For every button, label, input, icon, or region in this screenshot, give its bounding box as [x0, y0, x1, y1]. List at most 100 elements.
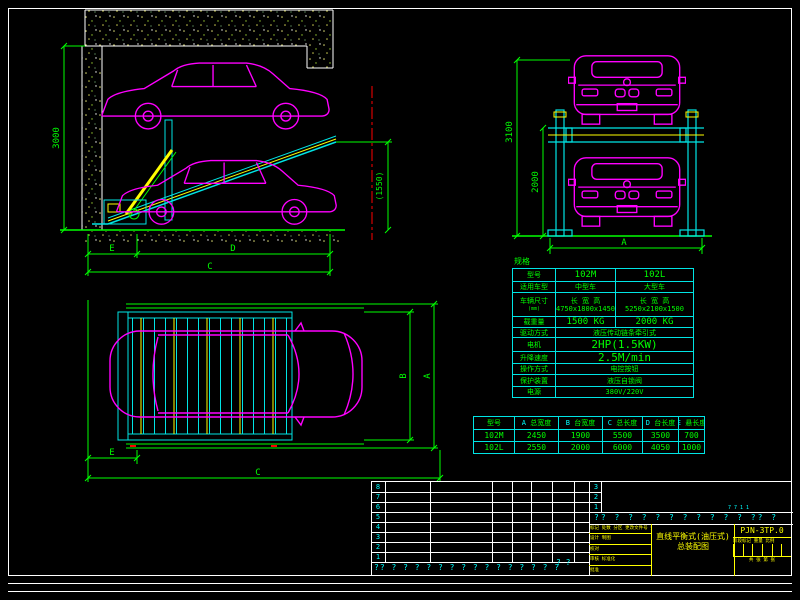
dim-cell: 2000 — [558, 441, 602, 453]
spec-label: 电机 — [513, 337, 555, 351]
bom-row-number: 8 — [372, 482, 384, 492]
spec-value: 长 宽 高 4750x1800x1450 — [555, 292, 615, 316]
bom-row-number: 7 — [372, 492, 384, 502]
sheet-count: 共 张 第 张 — [733, 557, 791, 566]
side-row-number: 1 — [590, 502, 602, 512]
stage-cell — [743, 544, 753, 556]
dim-cell: 102M — [474, 429, 514, 441]
stage-cell — [781, 544, 791, 556]
spec-value: 液压传动链条牵引式 — [555, 327, 693, 337]
spec-label: 载重量 — [513, 316, 555, 327]
dim-header-letter: B — [566, 419, 570, 427]
stage-cell — [733, 544, 743, 556]
dim-header: B 台宽度 — [558, 417, 602, 429]
dimension-table: 型号 A 总宽度 B 台宽度 C 总长度 D 台长度 E 悬长度 102M 24… — [473, 416, 705, 454]
title-block: 8 7 6 5 4 3 2 1 ?? ? ? ? ? ? ? ? ? ? ? ?… — [371, 481, 792, 576]
signature-table: 标记 处数 分区 更改文件号 签名 年月日 设计 制图 校对 审核 标准化 批准 — [589, 524, 651, 576]
dim-cell: 5500 — [602, 429, 642, 441]
spec-table-caption: 规格 — [514, 256, 530, 267]
sig-row: 标记 处数 分区 更改文件号 签名 年月日 — [589, 524, 651, 534]
bom-row-number: 2 — [372, 542, 384, 552]
bom-row-number: 6 — [372, 502, 384, 512]
sig-row: 审核 标准化 — [589, 555, 651, 565]
cad-drawing-page: { "drawing": { "spec_caption": "规格", "le… — [0, 0, 800, 600]
drawing-title-line2: 总装配图 — [652, 542, 734, 552]
stage-cell — [752, 544, 762, 556]
dim-cell: 6000 — [602, 441, 642, 453]
dim-header-name: 型号 — [487, 418, 501, 428]
spec-value: 2.5M/min — [555, 351, 693, 363]
spec-label: 适用车型 — [513, 281, 555, 292]
dim-cell: 4050 — [642, 441, 678, 453]
spec-value: 380V/220V — [555, 386, 693, 397]
dim-cell: 1000 — [678, 441, 704, 453]
spec-value: 电控按钮 — [555, 363, 693, 374]
spec-label: 车辆尺寸 (mm) — [513, 292, 555, 316]
spec-label-text: 车辆尺寸 — [520, 297, 548, 305]
spec-label: 保护装置 — [513, 374, 555, 386]
dim-header-name: 台长度 — [654, 418, 675, 428]
spec-label-unit: (mm) — [528, 305, 540, 313]
spec-label: 操作方式 — [513, 363, 555, 374]
sig-row: 批准 — [589, 566, 651, 576]
spec-sub-header: 长 宽 高 — [640, 297, 669, 305]
spec-value: 102M — [555, 269, 615, 281]
spec-label: 升降速度 — [513, 351, 555, 363]
revision-row: ?? ? ? ? ? ? ? ? ? ? ? ?? ? — [594, 513, 790, 524]
stage-cells — [733, 544, 791, 557]
spec-label: 电源 — [513, 386, 555, 397]
stage-cell — [772, 544, 782, 556]
frame-outer-bottom-line — [8, 591, 792, 592]
bom-line — [372, 512, 589, 513]
dim-cell: 1900 — [558, 429, 602, 441]
spec-value: 2HP(1.5KW) — [555, 337, 693, 351]
dim-header-letter: D — [646, 419, 650, 427]
dim-header-letter: A — [522, 419, 526, 427]
dim-cell: 102L — [474, 441, 514, 453]
spec-value: 1500 KG — [555, 316, 615, 327]
revision-superscript: 7 7 1 1 — [728, 505, 788, 512]
drawing-title-line1: 直线平衡式(油压式) — [652, 532, 734, 542]
dim-header: E 悬长度 — [678, 417, 704, 429]
bom-line — [372, 552, 589, 553]
dim-header: A 总宽度 — [514, 417, 558, 429]
sig-row: 校对 — [589, 545, 651, 555]
spec-table: 型号 102M 102L 适用车型 中型车 大型车 车辆尺寸 (mm) 长 宽 … — [512, 268, 694, 398]
dim-header-letter: C — [608, 419, 612, 427]
dim-header-name: 台宽度 — [574, 418, 595, 428]
dim-header-letter: E — [678, 419, 681, 427]
bom-line — [372, 492, 589, 493]
drawing-title: 直线平衡式(油压式) 总装配图 — [651, 524, 735, 576]
dim-cell: 2450 — [514, 429, 558, 441]
drawing-number: PJN-3TP.0 — [733, 524, 791, 538]
side-row-number: 3 — [590, 482, 602, 492]
dim-header: D 台长度 — [642, 417, 678, 429]
bom-line — [372, 542, 589, 543]
bom-row-number: 3 — [372, 532, 384, 542]
spec-value: 液压自锁阀 — [555, 374, 693, 386]
dim-cell: 700 — [678, 429, 704, 441]
spec-value: 2000 KG — [615, 316, 693, 327]
bom-row-number: 1 — [372, 552, 384, 562]
spec-value: 中型车 — [555, 281, 615, 292]
bom-line — [372, 532, 589, 533]
dim-header: 型号 — [474, 417, 514, 429]
bom-row-number: 4 — [372, 522, 384, 532]
dim-header-name: 总长度 — [616, 418, 637, 428]
frame-bottom-line — [8, 583, 792, 584]
bom-line — [372, 502, 589, 503]
spec-value: 大型车 — [615, 281, 693, 292]
dim-header: C 总长度 — [602, 417, 642, 429]
dim-cell: 2550 — [514, 441, 558, 453]
dim-header-name: 总宽度 — [530, 418, 551, 428]
side-row-number: 2 — [590, 492, 602, 502]
spec-value: 长 宽 高 5250x2100x1500 — [615, 292, 693, 316]
stray-glyphs: ? ? — [556, 558, 570, 567]
bom-line — [372, 522, 589, 523]
spec-value: 102L — [615, 269, 693, 281]
spec-size-value: 5250x2100x1500 — [625, 305, 684, 313]
dim-header-name: 悬长度 — [685, 418, 704, 428]
spec-size-value: 4750x1800x1450 — [556, 305, 615, 313]
spec-sub-header: 长 宽 高 — [571, 297, 600, 305]
sig-row: 设计 制图 — [589, 534, 651, 544]
